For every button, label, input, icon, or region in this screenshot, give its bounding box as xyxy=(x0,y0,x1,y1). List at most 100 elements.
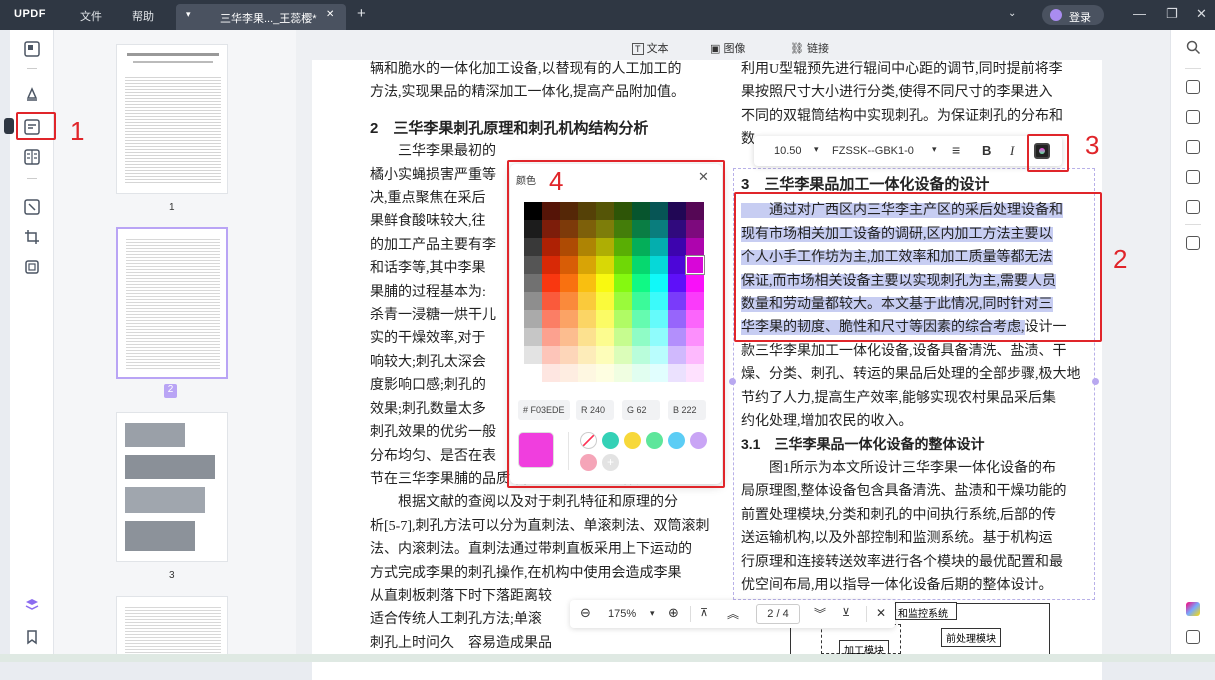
annotation-number: 1 xyxy=(70,116,85,146)
comment-icon[interactable] xyxy=(23,86,41,104)
email-icon[interactable] xyxy=(1186,200,1200,214)
menu-help[interactable]: 帮助 xyxy=(132,8,154,24)
image-tool-button[interactable]: ▣ 图像 xyxy=(710,40,745,56)
text-line: 优空间布局,用以指导一体化设备后期的整体设计。 xyxy=(741,577,1053,593)
thumbnail-panel: 1 2 3 xyxy=(54,30,296,662)
layers-icon[interactable] xyxy=(23,596,41,614)
text-icon: T xyxy=(632,43,644,55)
first-page-icon[interactable]: ⊼ xyxy=(700,606,708,619)
text-line: 法、内滚刺法。直刺法通过带刺直板采用上下运动的 xyxy=(370,542,692,558)
ocr-icon[interactable] xyxy=(1186,80,1200,94)
save-icon[interactable] xyxy=(1186,236,1200,250)
link-tool-label: 链接 xyxy=(807,43,830,55)
zoom-in-icon[interactable]: ⊕ xyxy=(668,605,679,621)
annotation-number: 2 xyxy=(1113,244,1128,274)
annotation-box-1 xyxy=(16,112,56,140)
thumbnail-page-number: 3 xyxy=(169,570,175,581)
bold-button[interactable]: B xyxy=(982,143,991,158)
font-size-select[interactable]: 10.50 xyxy=(774,145,802,157)
annotation-box-4 xyxy=(507,160,725,488)
text-line: 方式完成李果的刺孔操作,在机构中使用会造成李果 xyxy=(370,565,682,581)
text-line: 图1所示为本文所设计三华李果一体化设备的布 xyxy=(741,460,1056,476)
text-line: 局原理图,整体设备包含具备清洗、盐渍和干燥功能的 xyxy=(741,484,1067,500)
chevron-down-icon[interactable]: ▾ xyxy=(814,144,819,155)
annotation-number: 4 xyxy=(549,166,564,196)
text-line: 行原理和连接转送效率进行各个模块的最优配置和最 xyxy=(741,554,1063,570)
menu-file[interactable]: 文件 xyxy=(80,8,102,24)
annotation-box-3 xyxy=(1027,134,1069,172)
text-line: 不同的双辊筒结构中实现刺孔。为保证刺孔的分布和 xyxy=(741,108,1063,124)
login-label: 登录 xyxy=(1069,12,1091,24)
text-line: 前置处理模块,分类和刺孔的中间执行系统,后部的传 xyxy=(741,507,1056,523)
thumbnail-page-number-active: 2 xyxy=(164,384,177,398)
login-button[interactable]: 登录 xyxy=(1042,5,1104,25)
chevron-down-icon[interactable]: ⌄ xyxy=(1008,8,1016,19)
page-tools-icon[interactable] xyxy=(23,258,41,276)
font-family-select[interactable]: FZSSK--GBK1-0 xyxy=(832,145,914,157)
app-logo: UPDF xyxy=(14,8,46,20)
search-icon[interactable] xyxy=(1186,40,1201,55)
chevron-down-icon[interactable]: ▾ xyxy=(650,608,655,619)
chat-icon[interactable] xyxy=(1186,630,1200,644)
crop-icon[interactable] xyxy=(23,228,41,246)
form-icon[interactable] xyxy=(23,198,41,216)
convert-icon[interactable] xyxy=(1186,110,1200,124)
section-heading: 2 三华李果刺孔原理和刺孔机构结构分析 xyxy=(370,119,649,137)
tab-dropdown-icon[interactable]: ▾ xyxy=(186,9,191,20)
text-line: 果按照尺寸大小进行分类,使得不同尺寸的李果进入 xyxy=(741,85,1053,101)
text-line: 燥、分类、刺孔、转运的果品后处理的全部步骤,极大地 xyxy=(741,367,1081,383)
text-line: 节约了人力,提高生产效率,能够实现农村果品采后集 xyxy=(741,390,1056,406)
chevron-down-icon[interactable]: ▾ xyxy=(932,144,937,155)
next-page-icon[interactable]: ︾ xyxy=(814,605,826,622)
collapse-panel-handle[interactable] xyxy=(4,118,14,134)
align-icon[interactable]: ≡ xyxy=(952,142,960,158)
annotation-number: 3 xyxy=(1085,130,1100,160)
new-tab-button[interactable]: + xyxy=(357,5,366,22)
ai-assistant-icon[interactable] xyxy=(1186,602,1200,616)
organize-pages-icon[interactable] xyxy=(23,148,41,166)
image-icon: ▣ xyxy=(710,43,721,55)
avatar xyxy=(1050,9,1062,21)
reader-icon[interactable] xyxy=(23,40,41,58)
thumbnail-page-3[interactable] xyxy=(116,412,228,562)
zoom-level[interactable]: 175% xyxy=(608,608,636,620)
text-line: 刺孔上时问久 容易造成果品 xyxy=(370,635,552,651)
text-format-toolbar: 10.50 ▾ FZSSK--GBK1-0 ▾ ≡ B I xyxy=(754,136,1062,166)
restore-button[interactable]: ❐ xyxy=(1166,6,1178,22)
text-line: 利用U型辊预先进行辊间中心距的调节,同时提前将李 xyxy=(741,62,1063,77)
text-line: 款三华李果加工一体化设备,设备具备清洗、盐渍、干 xyxy=(741,343,1067,359)
close-window-button[interactable]: ✕ xyxy=(1196,6,1207,22)
thumbnail-page-4[interactable] xyxy=(116,596,228,662)
document-tab[interactable]: ▾ 三华李果..._王蕊樱* ✕ xyxy=(176,4,346,30)
zoom-out-icon[interactable]: ⊖ xyxy=(580,605,591,621)
bottom-strip xyxy=(0,654,1215,662)
close-icon[interactable]: ✕ xyxy=(876,606,886,620)
text-line: 送运输机构,以及外部控制和监测系统。基于机构运 xyxy=(741,531,1053,547)
italic-button[interactable]: I xyxy=(1010,143,1014,159)
text-line: 约化处理,增加农民的收入。 xyxy=(741,414,913,430)
tab-title: 三华李果..._王蕊樱* xyxy=(220,13,317,25)
image-tool-label: 图像 xyxy=(723,43,746,55)
text-line: 辆和脆水的一体化加工设备,以替现有的人工加工的 xyxy=(370,62,682,77)
link-tool-button[interactable]: ⛓ 链接 xyxy=(790,40,829,56)
text-tool-label: 文本 xyxy=(646,43,669,55)
thumbnail-page-number: 1 xyxy=(169,202,175,213)
figure-label: 和监控系统 xyxy=(895,602,957,620)
share-icon[interactable] xyxy=(1186,170,1200,184)
thumbnail-page-2[interactable] xyxy=(116,227,228,379)
tab-close-icon[interactable]: ✕ xyxy=(326,9,334,20)
bookmark-icon[interactable] xyxy=(23,628,41,646)
previous-page-icon[interactable]: ︽ xyxy=(727,605,739,622)
page-number-input[interactable]: 2 / 4 xyxy=(756,604,800,624)
thumbnail-page-1[interactable] xyxy=(116,44,228,194)
resize-handle-left[interactable] xyxy=(729,378,736,385)
minimize-button[interactable]: — xyxy=(1133,6,1146,21)
last-page-icon[interactable]: ⊻ xyxy=(842,606,850,619)
protect-icon[interactable] xyxy=(1186,140,1200,154)
text-line: 析[5-7],刺孔方法可以分为直刺法、单滚刺法、双筒滚刺 xyxy=(370,518,710,534)
link-icon: ⛓ xyxy=(790,43,804,55)
resize-handle-right[interactable] xyxy=(1092,378,1099,385)
text-tool-button[interactable]: T 文本 xyxy=(632,40,669,56)
annotation-box-2 xyxy=(734,192,1102,342)
right-toolbar xyxy=(1170,30,1215,662)
